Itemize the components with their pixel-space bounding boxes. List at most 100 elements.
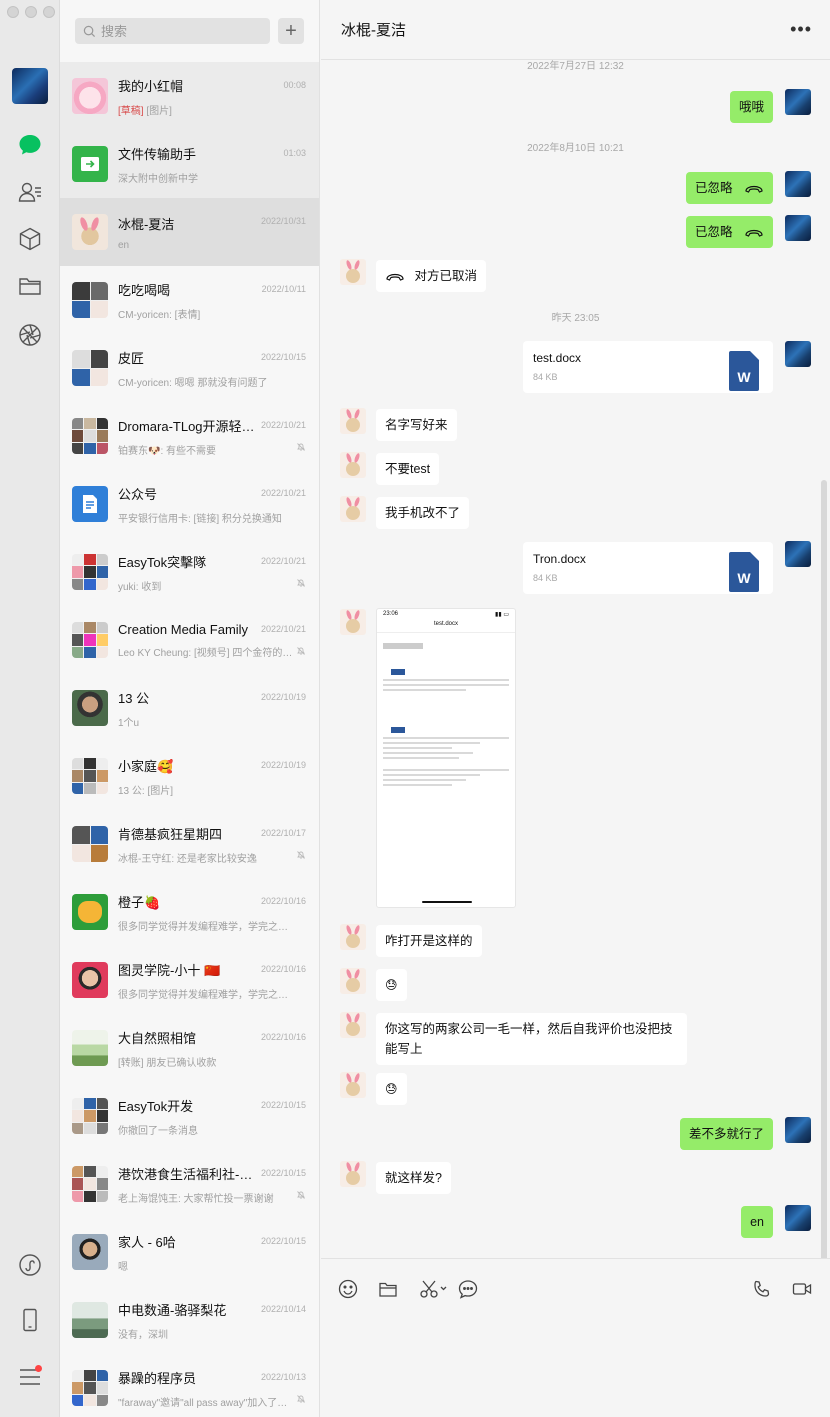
message-bubble-theirs[interactable]: 我手机改不了 [376,497,470,529]
menu-icon[interactable] [15,1362,45,1392]
message-bubble-theirs[interactable]: 名字写好来 [376,409,457,441]
message-bubble-mine[interactable]: 已忽略 [686,216,773,248]
file-message[interactable]: test.docx 84 KB W [523,341,773,393]
avatar[interactable] [340,1161,366,1187]
zoom-window-button[interactable] [43,6,55,18]
avatar[interactable] [340,924,366,950]
avatar [72,1302,108,1338]
conversation-preview: yuki: 收到 [118,581,162,593]
chat-bubble-icon[interactable] [457,1278,479,1300]
group-avatar [72,1098,108,1134]
conversation-item[interactable]: 13 公 1个u 2022/10/19 [60,674,319,742]
conversation-item[interactable]: Dromara-TLog开源轻量… 铂赛东🐶: 有些不需要 2022/10/21 [60,402,319,470]
add-button[interactable]: + [278,18,304,44]
avatar[interactable] [785,171,811,197]
chat-title: 冰棍-夏洁 [341,22,406,39]
conversation-item-active[interactable]: 冰棍-夏洁 en 2022/10/31 [60,198,319,266]
emoji-message[interactable]: 😓 [376,1073,407,1105]
emoji-icon[interactable] [337,1278,359,1300]
conversation-preview: 13 公: [图片] [118,785,174,797]
avatar[interactable] [785,1205,811,1231]
hangup-phone-icon [386,273,404,281]
message-bubble-mine[interactable]: 差不多就行了 [679,1118,773,1150]
group-avatar [72,282,108,318]
voice-call-icon[interactable] [751,1278,773,1300]
message-bubble-theirs[interactable]: 咋打开是这样的 [376,925,482,957]
scissors-icon[interactable] [417,1278,451,1300]
avatar[interactable] [340,452,366,478]
conversation-item[interactable]: 皮匠 CM-yoricen: 嗯嗯 那就没有问题了 2022/10/15 [60,334,319,402]
conversation-time: 2022/10/19 [260,760,306,770]
conversation-item[interactable]: 大自然照相馆 [转账] 朋友已确认收款 2022/10/16 [60,1014,319,1082]
avatar[interactable] [340,1012,366,1038]
search-input[interactable] [101,23,251,39]
video-call-icon[interactable] [791,1278,813,1300]
close-window-button[interactable] [7,6,19,18]
more-options-button[interactable]: ••• [790,20,812,38]
avatar[interactable] [340,408,366,434]
favorites-cube-icon[interactable] [15,224,45,254]
message-list[interactable]: 2022年7月27日 12:32 哦哦 2022年8月10日 10:21 已忽略… [321,60,830,1258]
conversation-preview: Leo KY Cheung: [视频号] 四个金符的动态 [118,647,296,659]
phone-status-bar: 23:06 ▮▮ ▭ [383,611,509,618]
mini-program-icon[interactable] [15,1250,45,1280]
minimize-window-button[interactable] [25,6,37,18]
scrollbar[interactable] [821,480,827,1258]
composer [321,1258,830,1417]
conversation-time: 2022/10/31 [260,216,306,226]
conversation-item[interactable]: Creation Media Family Leo KY Cheung: [视频… [60,606,319,674]
conversation-item[interactable]: 橙子🍓 很多同学觉得并发编程难学，学完之后工作… 2022/10/16 [60,878,319,946]
message-bubble-theirs[interactable]: 你这写的两家公司一毛一样，然后自我评价也没把技能写上 [376,1013,687,1065]
moments-icon[interactable] [15,320,45,350]
avatar[interactable] [340,496,366,522]
chat-icon[interactable] [15,130,45,160]
avatar[interactable] [340,609,366,635]
conversation-item[interactable]: 吃吃喝喝 CM-yoricen: [表情] 2022/10/11 [60,266,319,334]
conversation-item[interactable]: 暴躁的程序员 "faraway"邀请"all pass away"加入了群聊 2… [60,1354,319,1417]
message-bubble-theirs[interactable]: 就这样发? [376,1162,451,1194]
conversation-item[interactable]: 我的小红帽 [草稿] [图片] 00:08 [60,62,319,130]
conversation-item[interactable]: EasyTok突擊隊 yuki: 收到 2022/10/21 [60,538,319,606]
mute-bell-icon [297,443,305,451]
contacts-icon[interactable] [15,177,45,207]
avatar[interactable] [340,259,366,285]
notification-dot [35,1365,42,1372]
conversation-preview: en [118,239,130,251]
folder-icon[interactable] [377,1278,399,1300]
message-bubble-mine[interactable]: 已忽略 [686,172,773,204]
avatar[interactable] [340,1072,366,1098]
conversation-preview: 很多同学觉得并发编程难学，学完之后工作… [118,989,296,1001]
avatar[interactable] [785,89,811,115]
conversation-time: 2022/10/21 [260,420,306,430]
avatar[interactable] [785,215,811,241]
search-box[interactable] [75,18,270,44]
conversation-item[interactable]: 文件传输助手 深大附中创新中学 01:03 [60,130,319,198]
message-bubble-mine[interactable]: 哦哦 [729,91,773,123]
emoji-message[interactable]: 😓 [376,969,407,1001]
avatar[interactable] [785,1117,811,1143]
conversation-preview: 很多同学觉得并发编程难学，学完之后工作… [118,921,296,933]
conversation-item[interactable]: 港饮港食生活福利社-尖… 老上海馄饨王: 大家帮忙投一票谢谢 2022/10/1… [60,1150,319,1218]
conversation-item[interactable]: EasyTok开发 你撤回了一条消息 2022/10/15 [60,1082,319,1150]
message-bubble-theirs[interactable]: 对方已取消 [376,260,486,292]
file-message[interactable]: Tron.docx 84 KB W [523,542,773,594]
message-bubble-mine[interactable]: en [741,1206,773,1238]
conversation-item[interactable]: 小家庭🥰 13 公: [图片] 2022/10/19 [60,742,319,810]
image-message[interactable]: 23:06 ▮▮ ▭ test.docx [376,608,516,908]
avatar[interactable] [785,541,811,567]
conversation-time: 00:08 [283,80,306,90]
avatar[interactable] [785,341,811,367]
conversation-item[interactable]: 中电数通-骆驿梨花 没有，深圳 2022/10/14 [60,1286,319,1354]
conversation-item[interactable]: 公众号 平安银行信用卡: [链接] 积分兑换通知 2022/10/21 [60,470,319,538]
conversation-item[interactable]: 家人 - 6哈 嗯 2022/10/15 [60,1218,319,1286]
conversation-name: 中电数通-骆驿梨花 [118,1302,227,1318]
conversation-item[interactable]: 肯德基疯狂星期四 冰棍-王守红: 还是老家比较安逸 2022/10/17 [60,810,319,878]
conversation-name: EasyTok开发 [118,1098,194,1114]
folder-icon[interactable] [15,271,45,301]
avatar[interactable] [340,968,366,994]
conversation-time: 2022/10/13 [260,1372,306,1382]
conversation-item[interactable]: 图灵学院-小十 🇨🇳 很多同学觉得并发编程难学，学完之后工作… 2022/10/… [60,946,319,1014]
my-avatar[interactable] [12,68,48,104]
message-bubble-theirs[interactable]: 不要test [376,453,440,485]
phone-device-icon[interactable] [15,1305,45,1335]
